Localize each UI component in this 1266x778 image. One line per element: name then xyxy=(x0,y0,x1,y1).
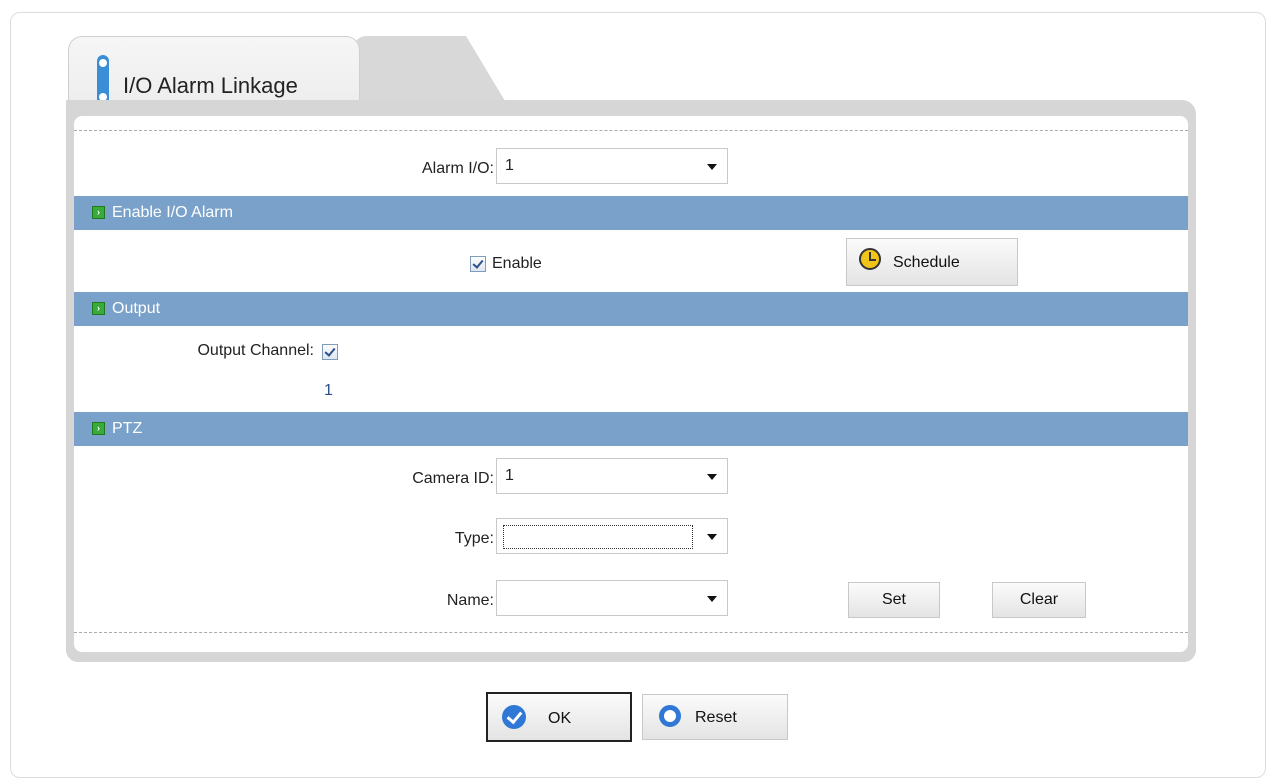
output-channel-checkbox[interactable] xyxy=(322,344,338,360)
ok-button[interactable]: OK xyxy=(486,692,632,742)
output-channel-label: Output Channel: xyxy=(197,342,314,359)
alarm-io-label: Alarm I/O: xyxy=(421,160,494,177)
enable-checkbox-label: Enable xyxy=(492,255,542,272)
alarm-io-value: 1 xyxy=(505,157,514,174)
divider-bottom xyxy=(74,632,1188,633)
ok-check-icon xyxy=(502,705,526,729)
chevron-down-icon xyxy=(707,534,717,540)
camera-id-select[interactable]: 1 xyxy=(496,458,728,494)
settings-panel: Alarm I/O: 1 › Enable I/O Alarm Enable S… xyxy=(74,116,1188,652)
section-arrow-icon: › xyxy=(92,302,105,315)
schedule-button-label: Schedule xyxy=(893,254,960,271)
type-select[interactable] xyxy=(496,518,728,554)
clear-button[interactable]: Clear xyxy=(992,582,1086,618)
section-output: › Output xyxy=(74,292,1188,326)
tab-title: I/O Alarm Linkage xyxy=(123,73,298,98)
reset-button-label: Reset xyxy=(695,709,737,726)
section-arrow-icon: › xyxy=(92,422,105,435)
section-title: Output xyxy=(112,300,161,317)
clock-icon xyxy=(859,248,881,270)
camera-id-value: 1 xyxy=(505,467,514,484)
ok-button-label: OK xyxy=(548,710,572,727)
chevron-down-icon xyxy=(707,596,717,602)
type-label: Type: xyxy=(454,530,494,547)
reset-icon xyxy=(659,705,681,727)
output-channel-number: 1 xyxy=(324,382,333,399)
divider-top xyxy=(74,130,1188,131)
section-title: PTZ xyxy=(112,420,143,437)
section-ptz: › PTZ xyxy=(74,412,1188,446)
section-title: Enable I/O Alarm xyxy=(112,204,233,221)
chevron-down-icon xyxy=(707,164,717,170)
schedule-button[interactable]: Schedule xyxy=(846,238,1018,286)
section-enable-io-alarm: › Enable I/O Alarm xyxy=(74,196,1188,230)
section-arrow-icon: › xyxy=(92,206,105,219)
camera-id-label: Camera ID: xyxy=(412,470,494,487)
chevron-down-icon xyxy=(707,474,717,480)
name-label: Name: xyxy=(446,592,494,609)
reset-button[interactable]: Reset xyxy=(642,694,788,740)
set-button[interactable]: Set xyxy=(848,582,940,618)
io-alarm-icon xyxy=(97,55,109,105)
enable-checkbox[interactable] xyxy=(470,256,486,272)
alarm-io-select[interactable]: 1 xyxy=(496,148,728,184)
name-select[interactable] xyxy=(496,580,728,616)
type-focus-outline xyxy=(503,525,693,549)
